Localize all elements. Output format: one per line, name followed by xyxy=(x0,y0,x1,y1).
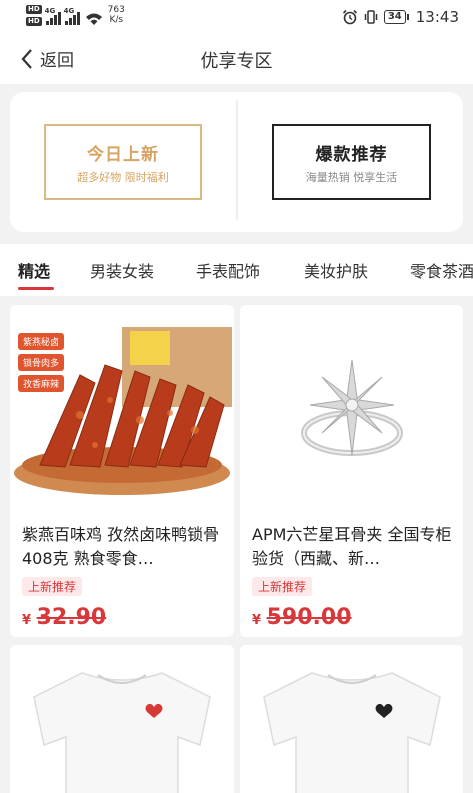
product-price: ¥ 590.00 xyxy=(252,605,352,630)
signal-icon: 4G xyxy=(64,7,80,25)
image-tag: 锁骨肉多 xyxy=(18,354,65,371)
status-bar: HD HD 4G 4G 763 K/s 34 13:43 xyxy=(0,0,473,34)
product-image-tags: 紫燕秘卤 锁骨肉多 孜香麻辣 xyxy=(18,333,65,392)
product-image-star-ring xyxy=(240,305,463,505)
category-tabs: 精选 男装女装 手表配饰 美妆护肤 零食茶酒 xyxy=(0,244,473,296)
battery-icon: 34 xyxy=(383,10,409,24)
divider xyxy=(236,100,238,220)
promo-title: 爆款推荐 xyxy=(315,145,388,165)
product-image-tshirt-black-heart xyxy=(240,645,463,793)
tab-snacks-drinks[interactable]: 零食茶酒 xyxy=(410,258,473,282)
wifi-icon xyxy=(85,13,102,25)
product-card[interactable] xyxy=(240,645,463,793)
active-tab-indicator xyxy=(18,287,54,290)
promo-new-today[interactable]: 今日上新 超多好物 限时福利 xyxy=(44,124,202,200)
currency-symbol: ¥ xyxy=(22,613,32,628)
promo-subtitle: 海量热销 悦享生活 xyxy=(305,171,398,184)
status-time: 13:43 xyxy=(415,8,459,26)
image-tag: 孜香麻辣 xyxy=(18,375,65,392)
title-bar: 返回 优享专区 xyxy=(0,34,473,84)
product-image-tshirt-red-heart xyxy=(10,645,234,793)
promo-title: 今日上新 xyxy=(87,145,159,165)
vibrate-icon xyxy=(364,10,378,24)
alarm-icon xyxy=(342,9,357,25)
tab-beauty[interactable]: 美妆护肤 xyxy=(304,258,368,282)
tab-featured[interactable]: 精选 xyxy=(18,258,50,282)
price-amount: 32.90 xyxy=(36,605,107,630)
new-recommend-badge: 上新推荐 xyxy=(252,577,313,596)
signal-icon: 4G xyxy=(45,7,61,25)
page-title: 优享专区 xyxy=(200,51,273,72)
product-card[interactable]: 紫燕秘卤 锁骨肉多 孜香麻辣 紫燕百味鸡 孜然卤味鸭锁骨408克 熟食零食… 上… xyxy=(10,305,234,637)
network-speed: 763 K/s xyxy=(107,5,125,25)
tab-watches-accessories[interactable]: 手表配饰 xyxy=(196,258,260,282)
currency-symbol: ¥ xyxy=(252,613,262,628)
new-recommend-badge: 上新推荐 xyxy=(22,577,83,596)
hd-label: HD xyxy=(26,17,42,26)
product-title: APM六芒星耳骨夹 全国专柜验货（西藏、新… xyxy=(252,525,452,568)
product-price: ¥ 32.90 xyxy=(22,605,106,630)
image-tag: 紫燕秘卤 xyxy=(18,333,65,350)
product-card[interactable]: APM六芒星耳骨夹 全国专柜验货（西藏、新… 上新推荐 ¥ 590.00 xyxy=(240,305,463,637)
promo-subtitle: 超多好物 限时福利 xyxy=(77,171,169,184)
promo-hot-picks[interactable]: 爆款推荐 海量热销 悦享生活 xyxy=(272,124,431,200)
product-card[interactable] xyxy=(10,645,234,793)
price-amount: 590.00 xyxy=(266,605,352,630)
product-title: 紫燕百味鸡 孜然卤味鸭锁骨408克 熟食零食… xyxy=(22,525,220,568)
hd-label: HD xyxy=(26,5,42,14)
hd-indicator: HD HD xyxy=(26,5,42,26)
tab-clothing[interactable]: 男装女装 xyxy=(90,258,154,282)
